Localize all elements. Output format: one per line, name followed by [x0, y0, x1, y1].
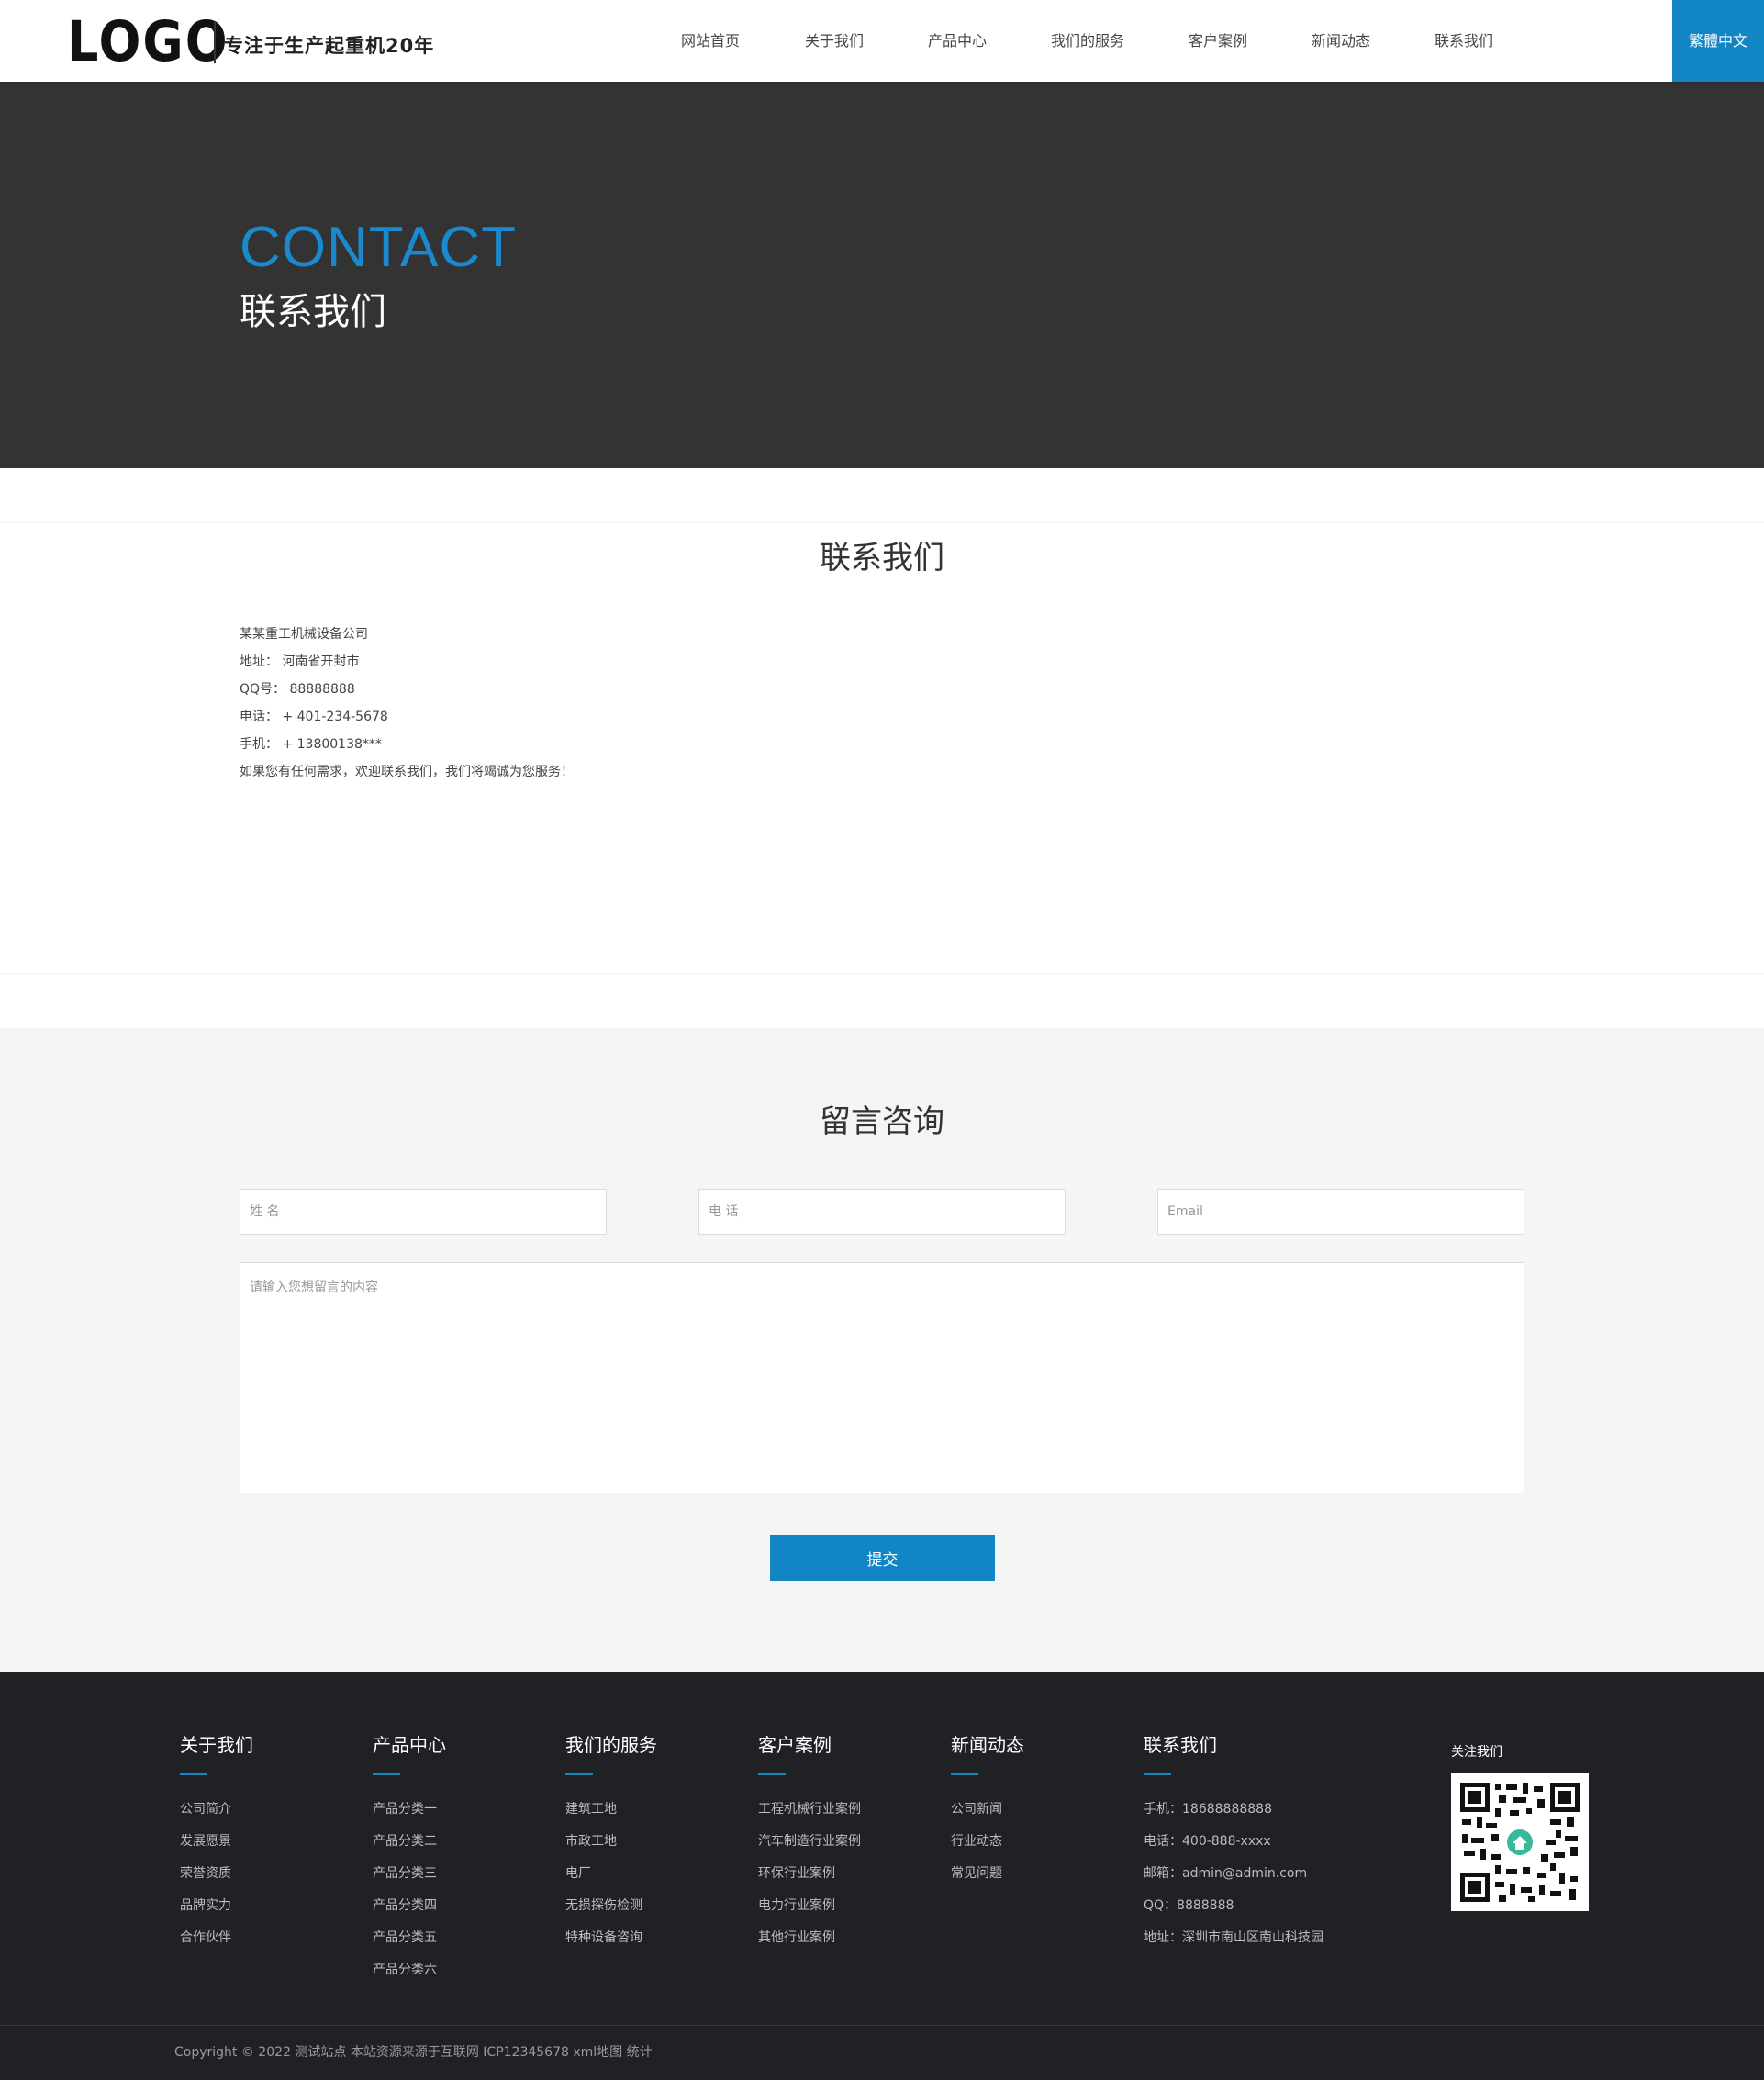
footer-col-title: 客户案例 [758, 1734, 832, 1756]
footer-email: 邮箱：admin@admin.com [1144, 1866, 1308, 1881]
page-banner: CONTACT 联系我们 [0, 82, 1764, 468]
footer-link[interactable]: 市政工地 [565, 1826, 657, 1858]
footer-title-underline [180, 1773, 207, 1775]
footer-link[interactable]: 建筑工地 [565, 1794, 657, 1826]
nav-item-news[interactable]: 新闻动态 [1279, 0, 1402, 82]
footer-col-products: 产品中心 产品分类一 产品分类二 产品分类三 产品分类四 产品分类五 产品分类六 [373, 1731, 446, 1986]
footer-col-title: 关于我们 [180, 1734, 253, 1756]
site-logo[interactable]: LOGO 专注于生产起重机20年 [67, 9, 433, 74]
footer-mobile: 手机：18688888888 [1144, 1802, 1272, 1817]
phone-input[interactable] [698, 1189, 1066, 1235]
footer-title-underline [565, 1773, 593, 1775]
nav-item-services[interactable]: 我们的服务 [1019, 0, 1156, 82]
site-footer: 关于我们 公司简介 发展愿景 荣誉资质 品牌实力 合作伙伴 产品中心 产品分类一… [0, 1672, 1764, 2080]
contact-qq: QQ号： 88888888 [240, 682, 355, 697]
main-nav: 网站首页 关于我们 产品中心 我们的服务 客户案例 新闻动态 联系我们 [648, 0, 1525, 82]
nav-item-products[interactable]: 产品中心 [896, 0, 1019, 82]
footer-link[interactable]: 产品分类五 [373, 1922, 446, 1954]
footer-title-underline [951, 1773, 978, 1775]
footer-link[interactable]: 产品分类三 [373, 1858, 446, 1890]
contact-phone: 电话： + 401-234-5678 [240, 710, 388, 724]
footer-col-title: 新闻动态 [951, 1734, 1024, 1756]
nav-item-about[interactable]: 关于我们 [773, 0, 896, 82]
footer-phone: 电话：400-888-xxxx [1144, 1834, 1271, 1849]
nav-item-home[interactable]: 网站首页 [648, 0, 773, 82]
email-input[interactable] [1157, 1189, 1524, 1235]
message-textarea[interactable] [240, 1262, 1524, 1493]
site-header: LOGO 专注于生产起重机20年 网站首页 关于我们 产品中心 我们的服务 客户… [0, 0, 1764, 82]
footer-link[interactable]: 行业动态 [951, 1826, 1024, 1858]
footer-link[interactable]: 品牌实力 [180, 1890, 253, 1922]
logo-slogan: 专注于生产起重机20年 [224, 35, 435, 57]
footer-link[interactable]: 产品分类六 [373, 1954, 446, 1986]
banner-title-cn: 联系我们 [240, 291, 386, 333]
footer-col-contact: 联系我们 手机：18688888888 电话：400-888-xxxx 邮箱：a… [1144, 1731, 1323, 1954]
contact-mobile: 手机： + 13800138*** [240, 737, 382, 752]
footer-col-title: 我们的服务 [565, 1734, 657, 1756]
contact-company: 某某重工机械设备公司 [240, 627, 368, 642]
logo-mark: LOGO [67, 9, 229, 74]
contact-section-title: 联系我们 [820, 540, 944, 576]
footer-link[interactable]: 公司新闻 [951, 1794, 1024, 1826]
footer-address: 地址：深圳市南山区南山科技园 [1144, 1930, 1323, 1945]
footer-title-underline [1144, 1773, 1171, 1775]
contact-note: 如果您有任何需求，欢迎联系我们，我们将竭诚为您服务！ [240, 765, 574, 779]
footer-link[interactable]: 产品分类二 [373, 1826, 446, 1858]
footer-title-underline [758, 1773, 786, 1775]
footer-link[interactable]: 环保行业案例 [758, 1858, 861, 1890]
footer-col-services: 我们的服务 建筑工地 市政工地 电厂 无损探伤检测 特种设备咨询 [565, 1731, 657, 1954]
footer-col-title: 产品中心 [373, 1734, 446, 1756]
footer-link[interactable]: 电厂 [565, 1858, 657, 1890]
footer-link[interactable]: 发展愿景 [180, 1826, 253, 1858]
qr-code-graphic [1458, 1781, 1581, 1904]
language-toggle-button[interactable]: 繁體中文 [1672, 0, 1764, 82]
footer-col-title: 联系我们 [1144, 1734, 1217, 1756]
contact-address: 地址： 河南省开封市 [240, 654, 360, 669]
footer-link[interactable]: 无损探伤检测 [565, 1890, 657, 1922]
footer-link[interactable]: 公司简介 [180, 1794, 253, 1826]
footer-link[interactable]: 其他行业案例 [758, 1922, 861, 1954]
footer-link[interactable]: 产品分类四 [373, 1890, 446, 1922]
footer-col-about: 关于我们 公司简介 发展愿景 荣誉资质 品牌实力 合作伙伴 [180, 1731, 253, 1954]
footer-col-cases: 客户案例 工程机械行业案例 汽车制造行业案例 环保行业案例 电力行业案例 其他行… [758, 1731, 861, 1954]
contact-info-list: 某某重工机械设备公司 地址： 河南省开封市 QQ号： 88888888 电话： … [240, 621, 574, 786]
contact-section: 联系我们 某某重工机械设备公司 地址： 河南省开封市 QQ号： 88888888… [0, 522, 1764, 974]
copyright-text: Copyright © 2022 测试站点 本站资源来源于互联网 ICP1234… [174, 2045, 653, 2060]
banner-title-en: CONTACT [240, 216, 518, 279]
footer-link[interactable]: 工程机械行业案例 [758, 1794, 861, 1826]
footer-link[interactable]: 汽车制造行业案例 [758, 1826, 861, 1858]
footer-link[interactable]: 常见问题 [951, 1858, 1024, 1890]
qr-title: 关注我们 [1451, 1745, 1502, 1760]
footer-link[interactable]: 电力行业案例 [758, 1890, 861, 1922]
nav-item-cases[interactable]: 客户案例 [1156, 0, 1279, 82]
name-input[interactable] [240, 1189, 607, 1235]
footer-qq: QQ：8888888 [1144, 1898, 1234, 1913]
footer-title-underline [373, 1773, 400, 1775]
footer-col-news: 新闻动态 公司新闻 行业动态 常见问题 [951, 1731, 1024, 1890]
footer-link[interactable]: 特种设备咨询 [565, 1922, 657, 1954]
message-section-title: 留言咨询 [820, 1103, 944, 1140]
submit-button[interactable]: 提交 [770, 1535, 995, 1581]
message-section: 留言咨询 提交 [0, 1028, 1764, 1672]
logo-divider [214, 21, 216, 63]
footer-link[interactable]: 荣誉资质 [180, 1858, 253, 1890]
qr-code-icon [1451, 1773, 1589, 1911]
footer-link[interactable]: 合作伙伴 [180, 1922, 253, 1954]
footer-link[interactable]: 产品分类一 [373, 1794, 446, 1826]
footer-bottom-bar: Copyright © 2022 测试站点 本站资源来源于互联网 ICP1234… [0, 2025, 1764, 2080]
nav-item-contact[interactable]: 联系我们 [1402, 0, 1525, 82]
